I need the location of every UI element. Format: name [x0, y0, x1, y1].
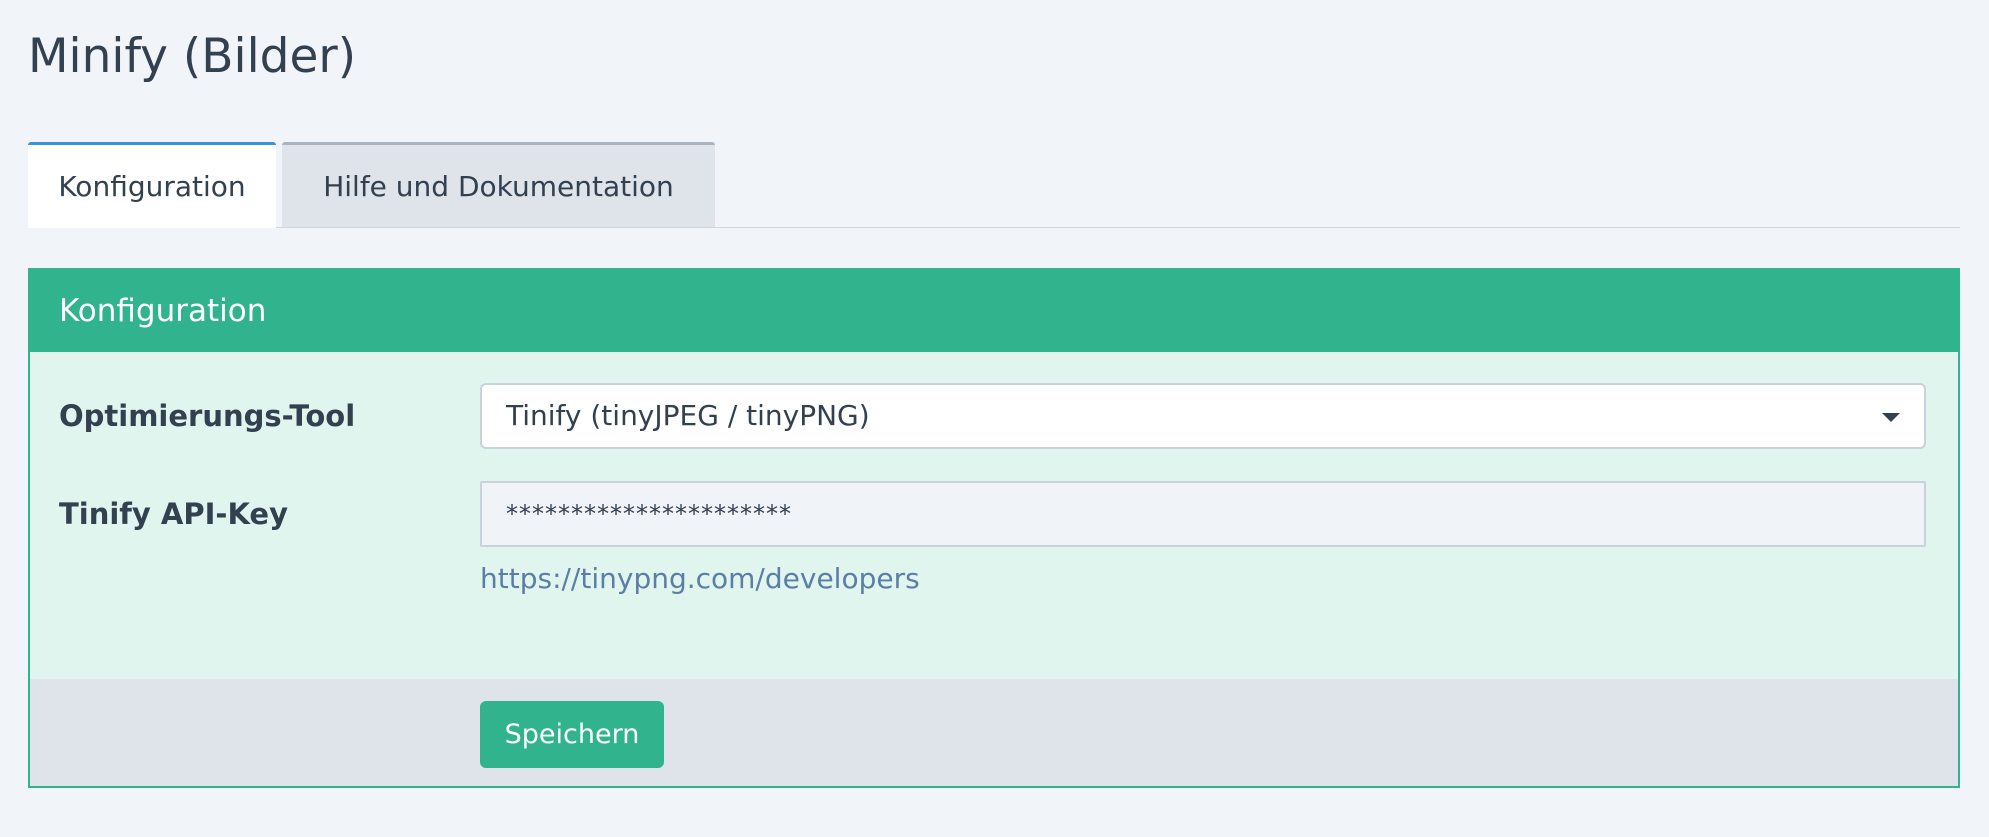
tinypng-developers-link[interactable]: https://tinypng.com/developers [480, 560, 920, 598]
tab-konfiguration[interactable]: Konfiguration [28, 142, 276, 228]
tab-bar: Konfiguration Hilfe und Dokumentation [28, 142, 1960, 228]
panel-heading: Konfiguration [30, 270, 1958, 352]
optimization-tool-select[interactable]: Tinify (tinyJPEG / tinyPNG) [480, 383, 1926, 449]
caret-down-icon [1882, 413, 1900, 422]
api-key-label: Tinify API-Key [59, 497, 288, 531]
api-key-input[interactable] [480, 481, 1926, 547]
config-panel: Konfiguration Optimierungs-Tool Tinify (… [28, 268, 1960, 788]
page-title: Minify (Bilder) [28, 29, 357, 84]
tab-hilfe-und-dokumentation[interactable]: Hilfe und Dokumentation [282, 142, 715, 227]
optimization-tool-selected-value: Tinify (tinyJPEG / tinyPNG) [506, 399, 870, 432]
optimization-tool-label: Optimierungs-Tool [59, 399, 356, 433]
panel-footer: Speichern [30, 679, 1958, 786]
save-button[interactable]: Speichern [480, 701, 664, 768]
